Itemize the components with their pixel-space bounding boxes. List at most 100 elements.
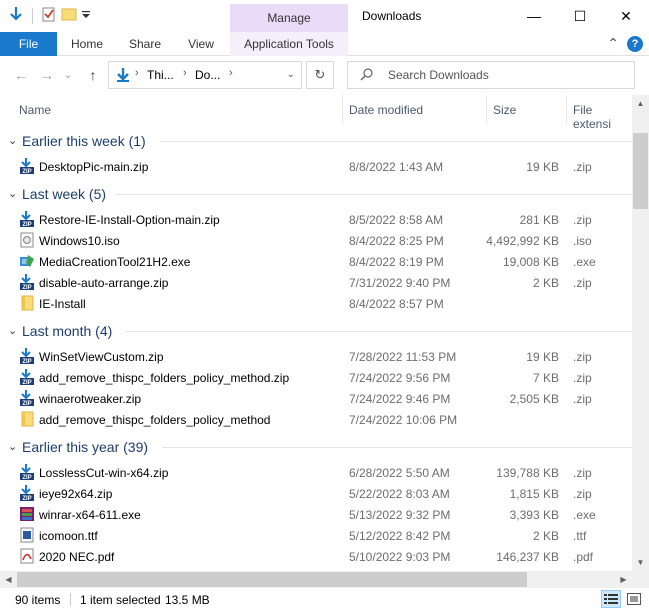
- refresh-icon: ↻: [314, 67, 326, 82]
- column-size[interactable]: Size: [493, 103, 516, 117]
- maximize-button[interactable]: ☐: [557, 0, 603, 32]
- scroll-up-icon[interactable]: ▲: [632, 95, 649, 112]
- column-date-modified[interactable]: Date modified: [349, 103, 423, 117]
- list-item[interactable]: ZIP Restore-IE-Install-Option-main.zip 8…: [0, 209, 632, 230]
- recent-locations-button[interactable]: ⌄: [62, 66, 74, 84]
- scroll-right-icon[interactable]: ▶: [615, 571, 632, 588]
- zip-icon: ZIP: [19, 464, 35, 481]
- minimize-button[interactable]: —: [511, 0, 557, 32]
- chevron-down-icon[interactable]: ⌄: [8, 187, 17, 200]
- vertical-scrollbar[interactable]: ▲ ▼: [632, 95, 649, 571]
- file-extension: .zip: [573, 213, 592, 227]
- scroll-down-icon[interactable]: ▼: [632, 554, 649, 571]
- file-date: 5/12/2022 8:42 PM: [349, 529, 451, 543]
- up-arrow-icon: ↑: [89, 67, 97, 83]
- list-item[interactable]: IE-Install 8/4/2022 8:57 PM: [0, 293, 632, 314]
- large-icons-view-icon: [627, 593, 641, 605]
- list-item[interactable]: ZIP LosslessCut-win-x64.zip 6/28/2022 5:…: [0, 462, 632, 483]
- breadcrumb-separator[interactable]: ›: [229, 67, 233, 79]
- back-button[interactable]: ←: [12, 66, 30, 84]
- explorer-down-arrow-icon[interactable]: [8, 6, 24, 25]
- tab-application-tools[interactable]: Application Tools: [230, 32, 348, 56]
- winrar-icon: [19, 506, 35, 522]
- file-name: 2020 NEC.pdf: [39, 550, 115, 564]
- selection-count: 1 item selected: [80, 593, 161, 607]
- tab-view[interactable]: View: [184, 32, 218, 56]
- refresh-button[interactable]: ↻: [306, 61, 334, 89]
- svg-text:ZIP: ZIP: [22, 169, 31, 174]
- file-extension: .exe: [573, 508, 596, 522]
- close-button[interactable]: ✕: [603, 0, 649, 32]
- svg-text:ZIP: ZIP: [22, 222, 31, 227]
- file-date: 8/4/2022 8:25 PM: [349, 234, 444, 248]
- column-divider[interactable]: [486, 95, 487, 123]
- breadcrumb-separator[interactable]: ›: [183, 67, 187, 79]
- svg-text:ZIP: ZIP: [22, 359, 31, 364]
- list-item[interactable]: icomoon.ttf 5/12/2022 8:42 PM 2 KB .ttf: [0, 525, 632, 546]
- group-title: Last week (5): [22, 186, 107, 202]
- search-box[interactable]: [347, 61, 635, 89]
- breadcrumb-separator[interactable]: ›: [135, 67, 139, 79]
- scroll-left-icon[interactable]: ◀: [0, 571, 17, 588]
- properties-icon[interactable]: [41, 6, 57, 25]
- column-name[interactable]: Name: [19, 103, 51, 117]
- group-header[interactable]: ⌄ Last week (5): [0, 181, 632, 207]
- column-divider[interactable]: [342, 95, 343, 123]
- tab-share[interactable]: Share: [124, 32, 166, 56]
- list-item[interactable]: 2020 NEC.pdf 5/10/2022 9:03 PM 146,237 K…: [0, 546, 632, 567]
- quick-access-toolbar: [8, 6, 91, 25]
- address-dropdown-icon[interactable]: ⌄: [287, 69, 295, 80]
- forward-button[interactable]: →: [38, 66, 56, 84]
- list-item[interactable]: ZIP DesktopPic-main.zip 8/8/2022 1:43 AM…: [0, 156, 632, 177]
- new-folder-icon[interactable]: [61, 6, 77, 25]
- breadcrumb-this-pc[interactable]: Thi...: [147, 68, 174, 82]
- chevron-down-icon[interactable]: ⌄: [8, 134, 17, 147]
- file-name: winaerotweaker.zip: [39, 392, 142, 406]
- large-icons-view-button[interactable]: [624, 590, 644, 608]
- list-item[interactable]: ZIP disable-auto-arrange.zip 7/31/2022 9…: [0, 272, 632, 293]
- title-bar: Manage Downloads — ☐ ✕: [0, 0, 649, 32]
- group-divider: [126, 331, 632, 332]
- list-item[interactable]: Windows10.iso 8/4/2022 8:25 PM 4,492,992…: [0, 230, 632, 251]
- chevron-down-icon[interactable]: ⌄: [8, 440, 17, 453]
- list-item[interactable]: ZIP winaerotweaker.zip 7/24/2022 9:46 PM…: [0, 388, 632, 409]
- expand-ribbon-icon[interactable]: ⌃: [607, 35, 619, 52]
- customize-qat-icon[interactable]: [81, 6, 91, 25]
- pdf-icon: [19, 548, 35, 564]
- chevron-down-icon: ⌄: [63, 69, 73, 81]
- status-separator: [70, 593, 71, 606]
- manage-contextual-group: Manage: [230, 4, 348, 32]
- file-extension: .zip: [573, 160, 592, 174]
- file-name: DesktopPic-main.zip: [39, 160, 149, 174]
- help-icon[interactable]: ?: [627, 35, 643, 52]
- column-divider[interactable]: [566, 95, 567, 123]
- back-arrow-icon: ←: [14, 67, 28, 83]
- tab-home[interactable]: Home: [68, 32, 106, 56]
- file-extension: .zip: [573, 466, 592, 480]
- zip-icon: ZIP: [19, 390, 35, 407]
- group-header[interactable]: ⌄ Last month (4): [0, 318, 632, 344]
- list-item[interactable]: ZIP WinSetViewCustom.zip 7/28/2022 11:53…: [0, 346, 632, 367]
- group-title: Last month (4): [22, 323, 113, 339]
- vertical-scroll-thumb[interactable]: [633, 133, 648, 209]
- file-extension: .exe: [573, 255, 596, 269]
- chevron-down-icon[interactable]: ⌄: [8, 324, 17, 337]
- group-header[interactable]: ⌄ Earlier this week (1): [0, 128, 632, 154]
- list-item[interactable]: MediaCreationTool21H2.exe 8/4/2022 8:19 …: [0, 251, 632, 272]
- group-header[interactable]: ⌄ Earlier this year (39): [0, 434, 632, 460]
- list-item[interactable]: ZIP ieye92x64.zip 5/22/2022 8:03 AM 1,81…: [0, 483, 632, 504]
- list-item[interactable]: ZIP add_remove_thispc_folders_policy_met…: [0, 367, 632, 388]
- address-bar[interactable]: › Thi... › Do... › ⌄: [108, 61, 302, 89]
- file-date: 7/31/2022 9:40 PM: [349, 276, 451, 290]
- up-button[interactable]: ↑: [84, 66, 102, 84]
- breadcrumb-downloads[interactable]: Do...: [195, 68, 220, 82]
- ribbon-tabs: File Home Share View Application Tools ⌃…: [0, 32, 649, 56]
- details-view-button[interactable]: [601, 590, 621, 608]
- search-input[interactable]: [388, 67, 628, 83]
- file-date: 8/4/2022 8:57 PM: [349, 297, 444, 311]
- list-item[interactable]: winrar-x64-611.exe 5/13/2022 9:32 PM 3,3…: [0, 504, 632, 525]
- list-item[interactable]: add_remove_thispc_folders_policy_method …: [0, 409, 632, 430]
- horizontal-scroll-thumb[interactable]: [17, 572, 527, 587]
- tab-file[interactable]: File: [0, 32, 57, 56]
- horizontal-scrollbar[interactable]: ◀ ▶: [0, 571, 632, 588]
